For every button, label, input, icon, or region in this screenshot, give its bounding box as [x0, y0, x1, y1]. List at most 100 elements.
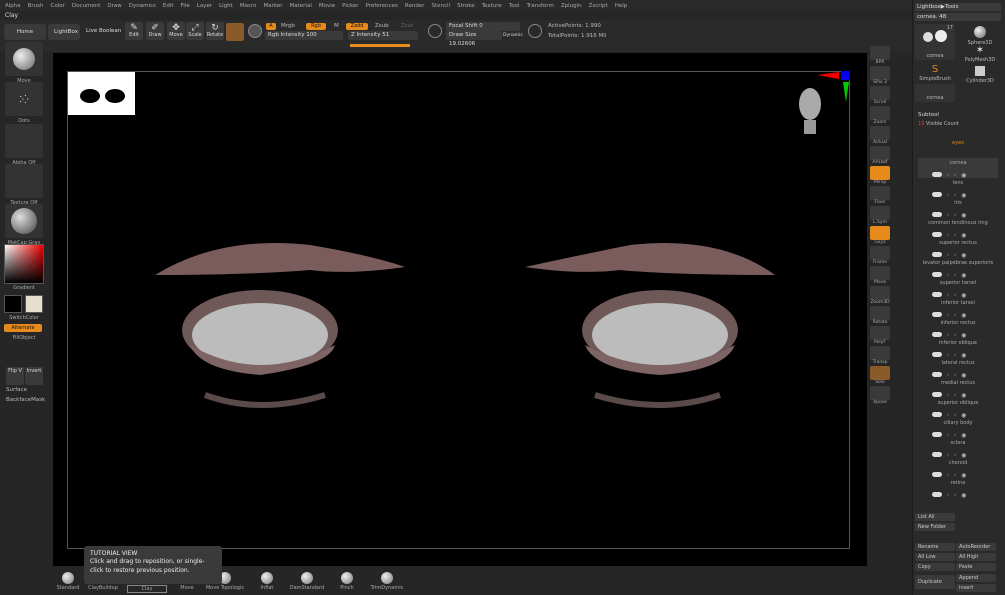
brush-button[interactable]: Standard [48, 572, 88, 591]
live-boolean-button[interactable]: Live Boolean [86, 28, 121, 34]
menu-item[interactable]: Alpha [5, 3, 21, 9]
cylinder3d-tool[interactable]: Cylinder3D [960, 64, 1000, 84]
view-tool-button[interactable]: PolyF [869, 326, 891, 345]
view-tool-button[interactable]: Rotate [869, 306, 891, 325]
texture-off[interactable]: Texture Off [5, 164, 43, 206]
visibility-pill-icon[interactable] [932, 452, 942, 457]
head-orientation-icon[interactable] [796, 84, 824, 136]
view-tool-button[interactable]: Frame [869, 246, 891, 265]
stroke-d-icon[interactable] [528, 24, 542, 38]
menu-item[interactable]: Material [290, 3, 312, 9]
visibility-pill-icon[interactable] [932, 232, 942, 237]
move-button[interactable]: ✥ Move [167, 22, 185, 40]
subtool-item[interactable]: ciliary body ◦ ◦ ◉ [918, 418, 998, 439]
menu-item[interactable]: Layer [197, 3, 212, 9]
view-tool-button[interactable]: Transp [869, 346, 891, 365]
visibility-pill-icon[interactable] [932, 272, 942, 277]
menu-item[interactable]: Dynamics [129, 3, 156, 9]
m-button[interactable]: M [334, 23, 339, 29]
edit-button[interactable]: ✎ Edit [125, 22, 143, 40]
tool-name-slider[interactable]: cornea. 48 [915, 13, 1001, 21]
subtool-item[interactable]: retina ◦ ◦ ◉ [918, 478, 998, 499]
view-tool-button[interactable]: Zoom3D [869, 286, 891, 305]
subtool-item[interactable]: eyes [918, 138, 998, 158]
rgb-button[interactable]: Rgb [306, 23, 326, 30]
menu-item[interactable]: Color [51, 3, 65, 9]
view-tool-button[interactable]: Move [869, 266, 891, 285]
view-tool-button[interactable]: Persp [869, 166, 891, 185]
view-tool-button[interactable]: Xpose [869, 386, 891, 405]
scale-button[interactable]: ⤢ Scale [186, 22, 204, 40]
brush-button[interactable]: Pinch [327, 572, 367, 591]
option-icon[interactable]: ◦ [954, 492, 958, 499]
menu-item[interactable]: Tool [509, 3, 520, 9]
menu-item[interactable]: Draw [107, 3, 121, 9]
menu-item[interactable]: Stencil [431, 3, 450, 9]
view-tool-button[interactable]: Solo [869, 366, 891, 385]
paste-button[interactable]: Paste [956, 563, 996, 571]
alpha-off[interactable]: Alpha Off [5, 124, 43, 166]
subtool-item[interactable]: superior tarsel ◦ ◦ ◉ [918, 278, 998, 299]
copy-button[interactable]: Copy [915, 563, 955, 571]
visibility-pill-icon[interactable] [932, 472, 942, 477]
view-tool-button[interactable]: L.Sym [869, 206, 891, 225]
subtool-item[interactable]: lens ◦ ◦ ◉ [918, 178, 998, 199]
menu-item[interactable]: Zscript [589, 3, 608, 9]
matcap-gray[interactable]: MatCap Gray [5, 204, 43, 246]
brush-button[interactable]: TrimDynamic [367, 572, 407, 591]
menu-item[interactable]: Edit [163, 3, 174, 9]
subtool-item[interactable]: cornea ◦ ◦ ◉ [918, 158, 998, 179]
append-button[interactable]: Append [956, 574, 996, 582]
menu-item[interactable]: Picker [342, 3, 358, 9]
view-tool-button[interactable]: Gxyz [869, 226, 891, 245]
view-tool-button[interactable]: Floor [869, 186, 891, 205]
alternate-button[interactable]: Alternate [4, 324, 42, 332]
visibility-pill-icon[interactable] [932, 432, 942, 437]
visibility-pill-icon[interactable] [932, 372, 942, 377]
visibility-pill-icon[interactable] [932, 352, 942, 357]
view-tool-button[interactable]: Zoom [869, 106, 891, 125]
flip-v-button[interactable]: Flip V [6, 367, 24, 385]
mrgb-button[interactable]: Mrgb [281, 23, 295, 29]
subtool-item[interactable]: superior oblique ◦ ◦ ◉ [918, 398, 998, 419]
cornea-tool[interactable]: cornea [915, 84, 955, 102]
visibility-pill-icon[interactable] [932, 392, 942, 397]
menu-item[interactable]: Marker [264, 3, 283, 9]
rotate-button[interactable]: ↻ Rotate [206, 22, 224, 40]
invert-button[interactable]: Invert [25, 367, 43, 385]
menu-item[interactable]: Help [615, 3, 628, 9]
main-color-swatch[interactable] [4, 295, 22, 313]
visibility-pill-icon[interactable] [932, 412, 942, 417]
color-sphere-icon[interactable] [248, 24, 262, 38]
visibility-pill-icon[interactable] [932, 172, 942, 177]
view-tool-button[interactable]: Scroll [869, 86, 891, 105]
dynamic-button[interactable]: Dynamic [503, 33, 523, 38]
view-tool-button[interactable]: Actual [869, 126, 891, 145]
lightbox-tools-button[interactable]: Lightbox▶Tools [915, 3, 1001, 11]
all-high-button[interactable]: All High [956, 553, 996, 561]
menu-item[interactable]: Movie [319, 3, 335, 9]
color-picker[interactable] [4, 244, 44, 284]
left-eye-model[interactable] [150, 215, 410, 415]
menu-item[interactable]: Preferences [366, 3, 398, 9]
view-tool-button[interactable]: BPR [869, 46, 891, 65]
autoreorder-button[interactable]: AutoReorder [956, 543, 996, 551]
menu-item[interactable]: File [181, 3, 190, 9]
polymesh3d-tool[interactable]: ✶ PolyMesh3D [960, 45, 1000, 65]
menu-item[interactable]: Light [219, 3, 233, 9]
subtool-title[interactable]: Subtool [918, 112, 939, 118]
view-tool-button[interactable]: SPix 3 [869, 66, 891, 85]
focal-shift-slider[interactable]: Focal Shift 0 [446, 22, 520, 31]
navigation-thumbnail[interactable] [68, 72, 135, 115]
subtool-item[interactable]: inferior oblique ◦ ◦ ◉ [918, 338, 998, 359]
visibility-pill-icon[interactable] [932, 312, 942, 317]
visibility-pill-icon[interactable] [932, 292, 942, 297]
draw-button[interactable]: ✐ Draw [146, 22, 164, 40]
eye-icon[interactable]: ◉ [961, 492, 966, 499]
backface-mask-button[interactable]: BackfaceMask [6, 397, 45, 403]
subtool-item[interactable]: medial rectus ◦ ◦ ◉ [918, 378, 998, 399]
subtool-item[interactable]: inferior rectus ◦ ◦ ◉ [918, 318, 998, 339]
subtool-item[interactable]: choroid ◦ ◦ ◉ [918, 458, 998, 479]
menu-item[interactable]: Texture [482, 3, 502, 9]
draw-size-slider[interactable]: Draw Size 19.02606 [446, 31, 502, 47]
